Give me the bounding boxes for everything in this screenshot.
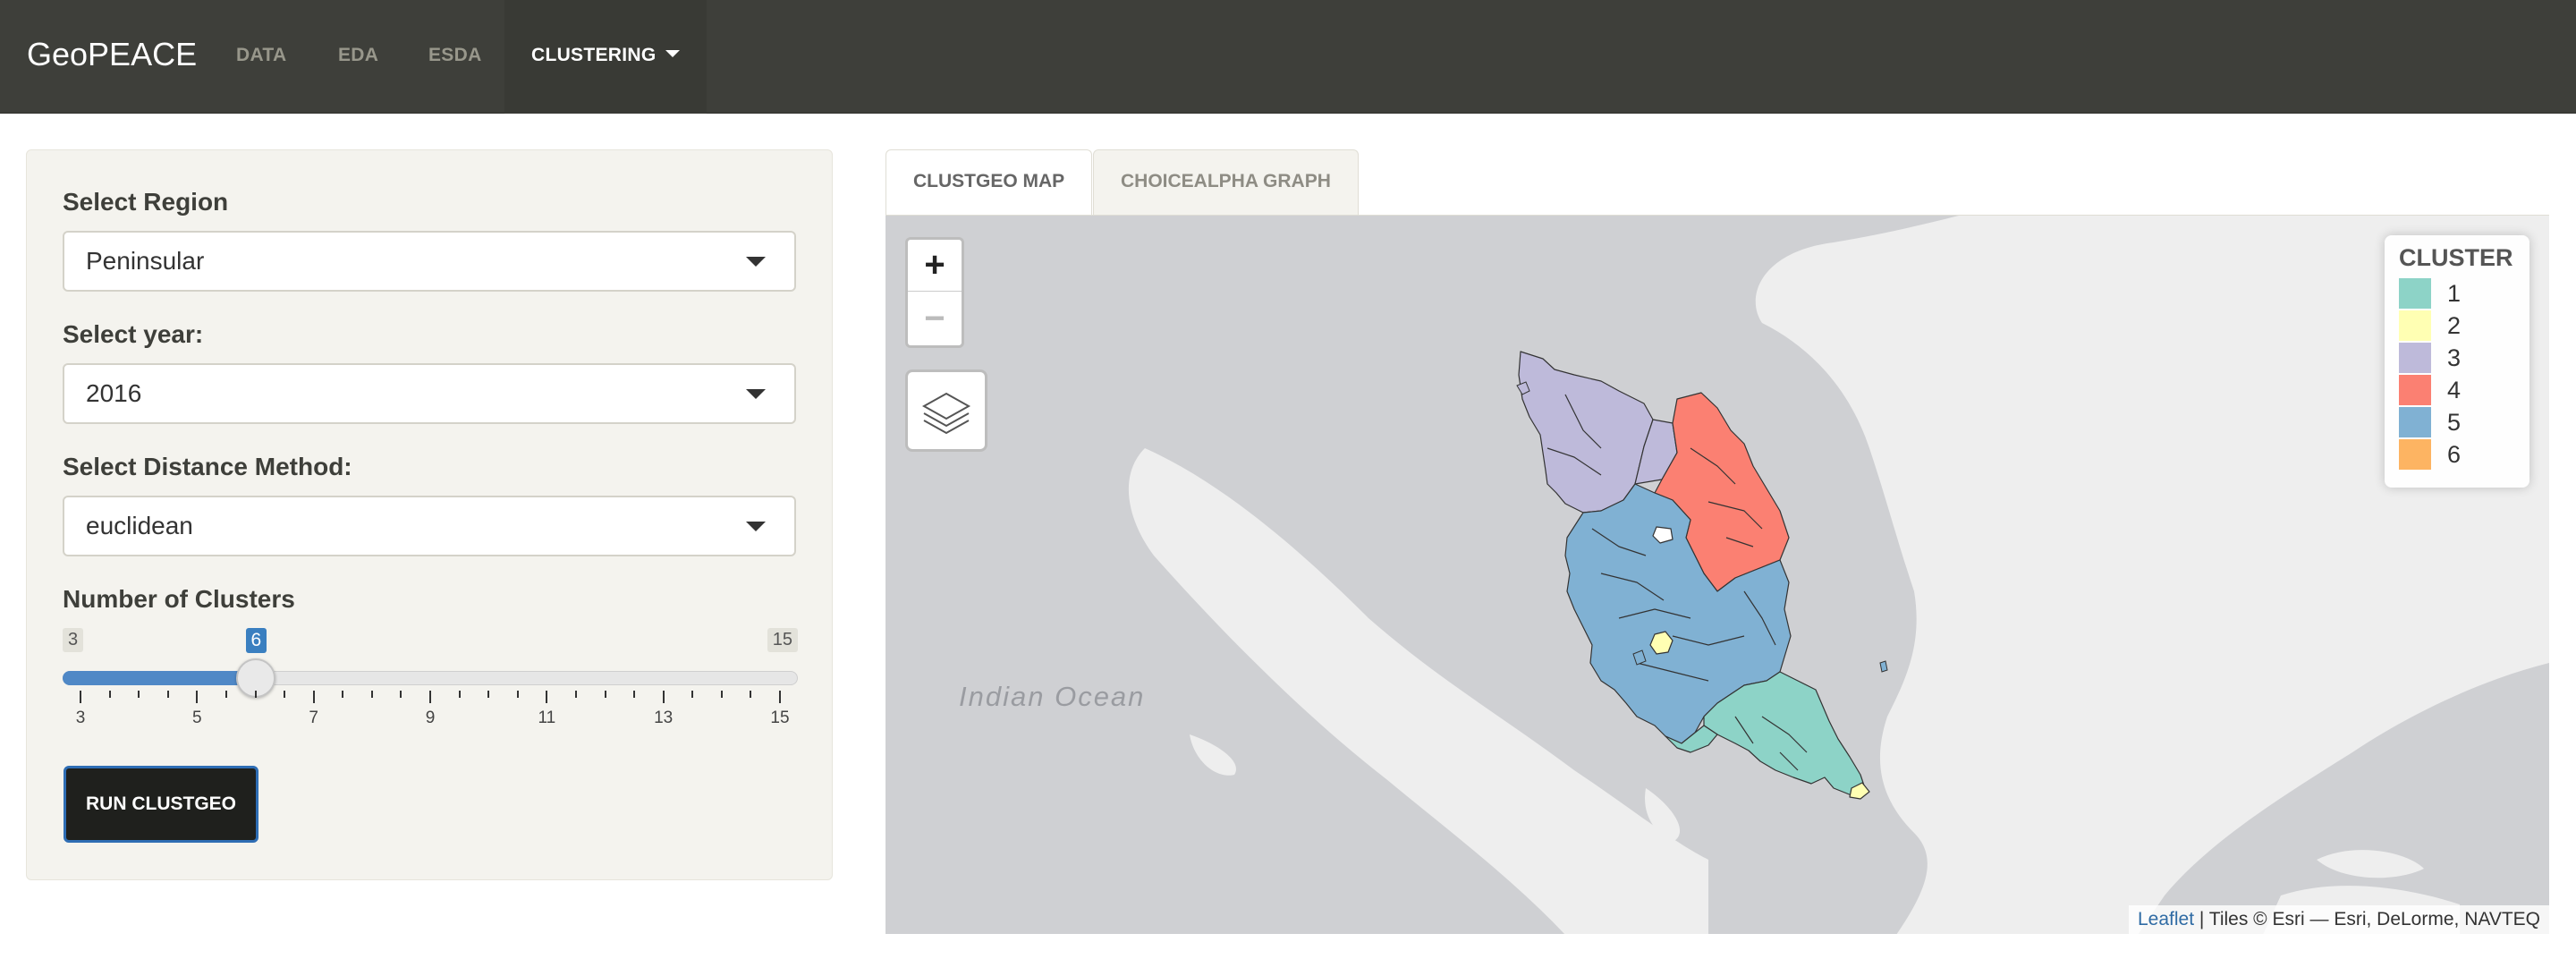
nav-eda[interactable]: EDA bbox=[338, 0, 378, 114]
slider-tick bbox=[633, 691, 636, 698]
dropdown-arrow-icon bbox=[746, 522, 766, 531]
tab-clustgeo-map[interactable]: CLUSTGEO MAP bbox=[886, 149, 1093, 216]
legend-item: 5 bbox=[2399, 406, 2515, 438]
slider-tick-label: 5 bbox=[192, 709, 202, 727]
slider-tick bbox=[108, 691, 111, 698]
slider-tick bbox=[166, 691, 169, 698]
legend-swatch bbox=[2399, 278, 2431, 309]
run-clustgeo-button[interactable]: RUN CLUSTGEO bbox=[64, 766, 258, 843]
slider-tick bbox=[138, 691, 140, 698]
nav-clustering-label: CLUSTERING bbox=[531, 45, 657, 65]
slider-tick bbox=[80, 691, 81, 703]
slider-tick bbox=[487, 691, 490, 698]
clusters-label: Number of Clusters bbox=[63, 585, 295, 613]
legend-label: 4 bbox=[2447, 376, 2462, 403]
island bbox=[1879, 660, 1888, 673]
layers-control[interactable] bbox=[905, 369, 987, 452]
zoom-in-button[interactable]: + bbox=[908, 240, 962, 292]
basemap bbox=[886, 216, 2549, 934]
legend-item: 3 bbox=[2399, 342, 2515, 374]
slider-tick bbox=[750, 691, 752, 698]
ocean-label: Indian Ocean bbox=[959, 681, 1146, 712]
legend-label: 6 bbox=[2447, 440, 2462, 468]
region-label: Select Region bbox=[63, 188, 229, 216]
slider-tick bbox=[312, 691, 315, 703]
legend-swatch bbox=[2399, 375, 2431, 405]
legend-swatch bbox=[2399, 343, 2431, 373]
slider-tick bbox=[720, 691, 723, 698]
slider-tick bbox=[370, 691, 373, 698]
slider-min-label: 3 bbox=[63, 628, 84, 652]
distance-value: euclidean bbox=[86, 512, 193, 539]
legend-item: 6 bbox=[2399, 438, 2515, 471]
legend-title: CLUSTER bbox=[2399, 244, 2513, 271]
map-attribution: Leaflet | Tiles © Esri — Esri, DeLorme, … bbox=[2128, 905, 2549, 934]
slider-tick bbox=[429, 691, 431, 703]
leaflet-link[interactable]: Leaflet bbox=[2138, 909, 2194, 929]
slider-tick-label: 15 bbox=[770, 709, 790, 727]
legend-label: 1 bbox=[2447, 279, 2462, 307]
nav-esda[interactable]: ESDA bbox=[428, 0, 482, 114]
zoom-out-button[interactable]: − bbox=[908, 293, 962, 345]
slider-tick-label: 3 bbox=[75, 709, 86, 727]
legend-item: 1 bbox=[2399, 277, 2515, 310]
slider-tick bbox=[342, 691, 344, 698]
slider-tick bbox=[225, 691, 227, 698]
zoom-control: + − bbox=[905, 237, 964, 348]
slider-tick bbox=[662, 691, 665, 703]
sidebar-panel: Select Region Peninsular Select year: 20… bbox=[26, 149, 833, 880]
slider-tick-label: 11 bbox=[538, 709, 556, 727]
slider-tick-label: 13 bbox=[654, 709, 674, 727]
distance-label: Select Distance Method: bbox=[63, 453, 352, 480]
region-value: Peninsular bbox=[86, 247, 205, 275]
slider-tick bbox=[546, 691, 548, 703]
year-value: 2016 bbox=[86, 379, 142, 407]
legend-item: 4 bbox=[2399, 374, 2515, 406]
slider-tick bbox=[254, 691, 257, 698]
slider-tick bbox=[604, 691, 606, 698]
slider-tick bbox=[779, 691, 781, 703]
slider-tick bbox=[691, 691, 694, 698]
leaflet-map[interactable]: + − Indian Ocean CLUSTER 1 2 3 4 5 6 Leaflet … bbox=[886, 215, 2549, 934]
distance-select[interactable]: euclidean bbox=[63, 496, 796, 556]
nav-clustering-dropdown[interactable]: CLUSTERING bbox=[504, 0, 707, 114]
legend-swatch bbox=[2399, 407, 2431, 437]
legend-label: 5 bbox=[2447, 408, 2462, 436]
cluster-legend: CLUSTER 1 2 3 4 5 6 bbox=[2385, 235, 2529, 488]
slider-max-label: 15 bbox=[767, 628, 798, 652]
layers-icon bbox=[921, 392, 971, 435]
year-label: Select year: bbox=[63, 320, 204, 348]
navbar: GeoPEACE DATA EDA ESDA CLUSTERING bbox=[0, 0, 2576, 114]
slider-tick-label: 7 bbox=[309, 709, 318, 727]
year-select[interactable]: 2016 bbox=[63, 363, 796, 424]
slider-fill bbox=[63, 671, 256, 685]
dropdown-arrow-icon bbox=[746, 257, 766, 267]
slider-tick bbox=[574, 691, 577, 698]
legend-label: 2 bbox=[2447, 311, 2462, 339]
dropdown-arrow-icon bbox=[746, 389, 766, 399]
slider-tick bbox=[400, 691, 402, 698]
slider-tick bbox=[196, 691, 199, 703]
legend-item: 2 bbox=[2399, 310, 2515, 342]
attribution-text: | Tiles © Esri — Esri, DeLorme, NAVTEQ bbox=[2194, 909, 2540, 929]
nav-data[interactable]: DATA bbox=[236, 0, 286, 114]
legend-swatch bbox=[2399, 310, 2431, 341]
caret-down-icon bbox=[665, 50, 680, 58]
legend-label: 3 bbox=[2447, 344, 2462, 371]
slider-tick-label: 9 bbox=[425, 709, 436, 727]
slider-tick bbox=[284, 691, 286, 698]
slider-value-label: 6 bbox=[245, 628, 267, 653]
tab-choicealpha-graph[interactable]: CHOICEALPHA GRAPH bbox=[1093, 149, 1359, 216]
slider-tick bbox=[516, 691, 519, 698]
legend-swatch bbox=[2399, 439, 2431, 470]
slider-tick bbox=[458, 691, 461, 698]
clusters-slider[interactable]: 3 15 6 3 5 7 9 11 13 15 bbox=[63, 628, 798, 735]
region-select[interactable]: Peninsular bbox=[63, 231, 796, 292]
brand-title[interactable]: GeoPEACE bbox=[27, 0, 197, 114]
